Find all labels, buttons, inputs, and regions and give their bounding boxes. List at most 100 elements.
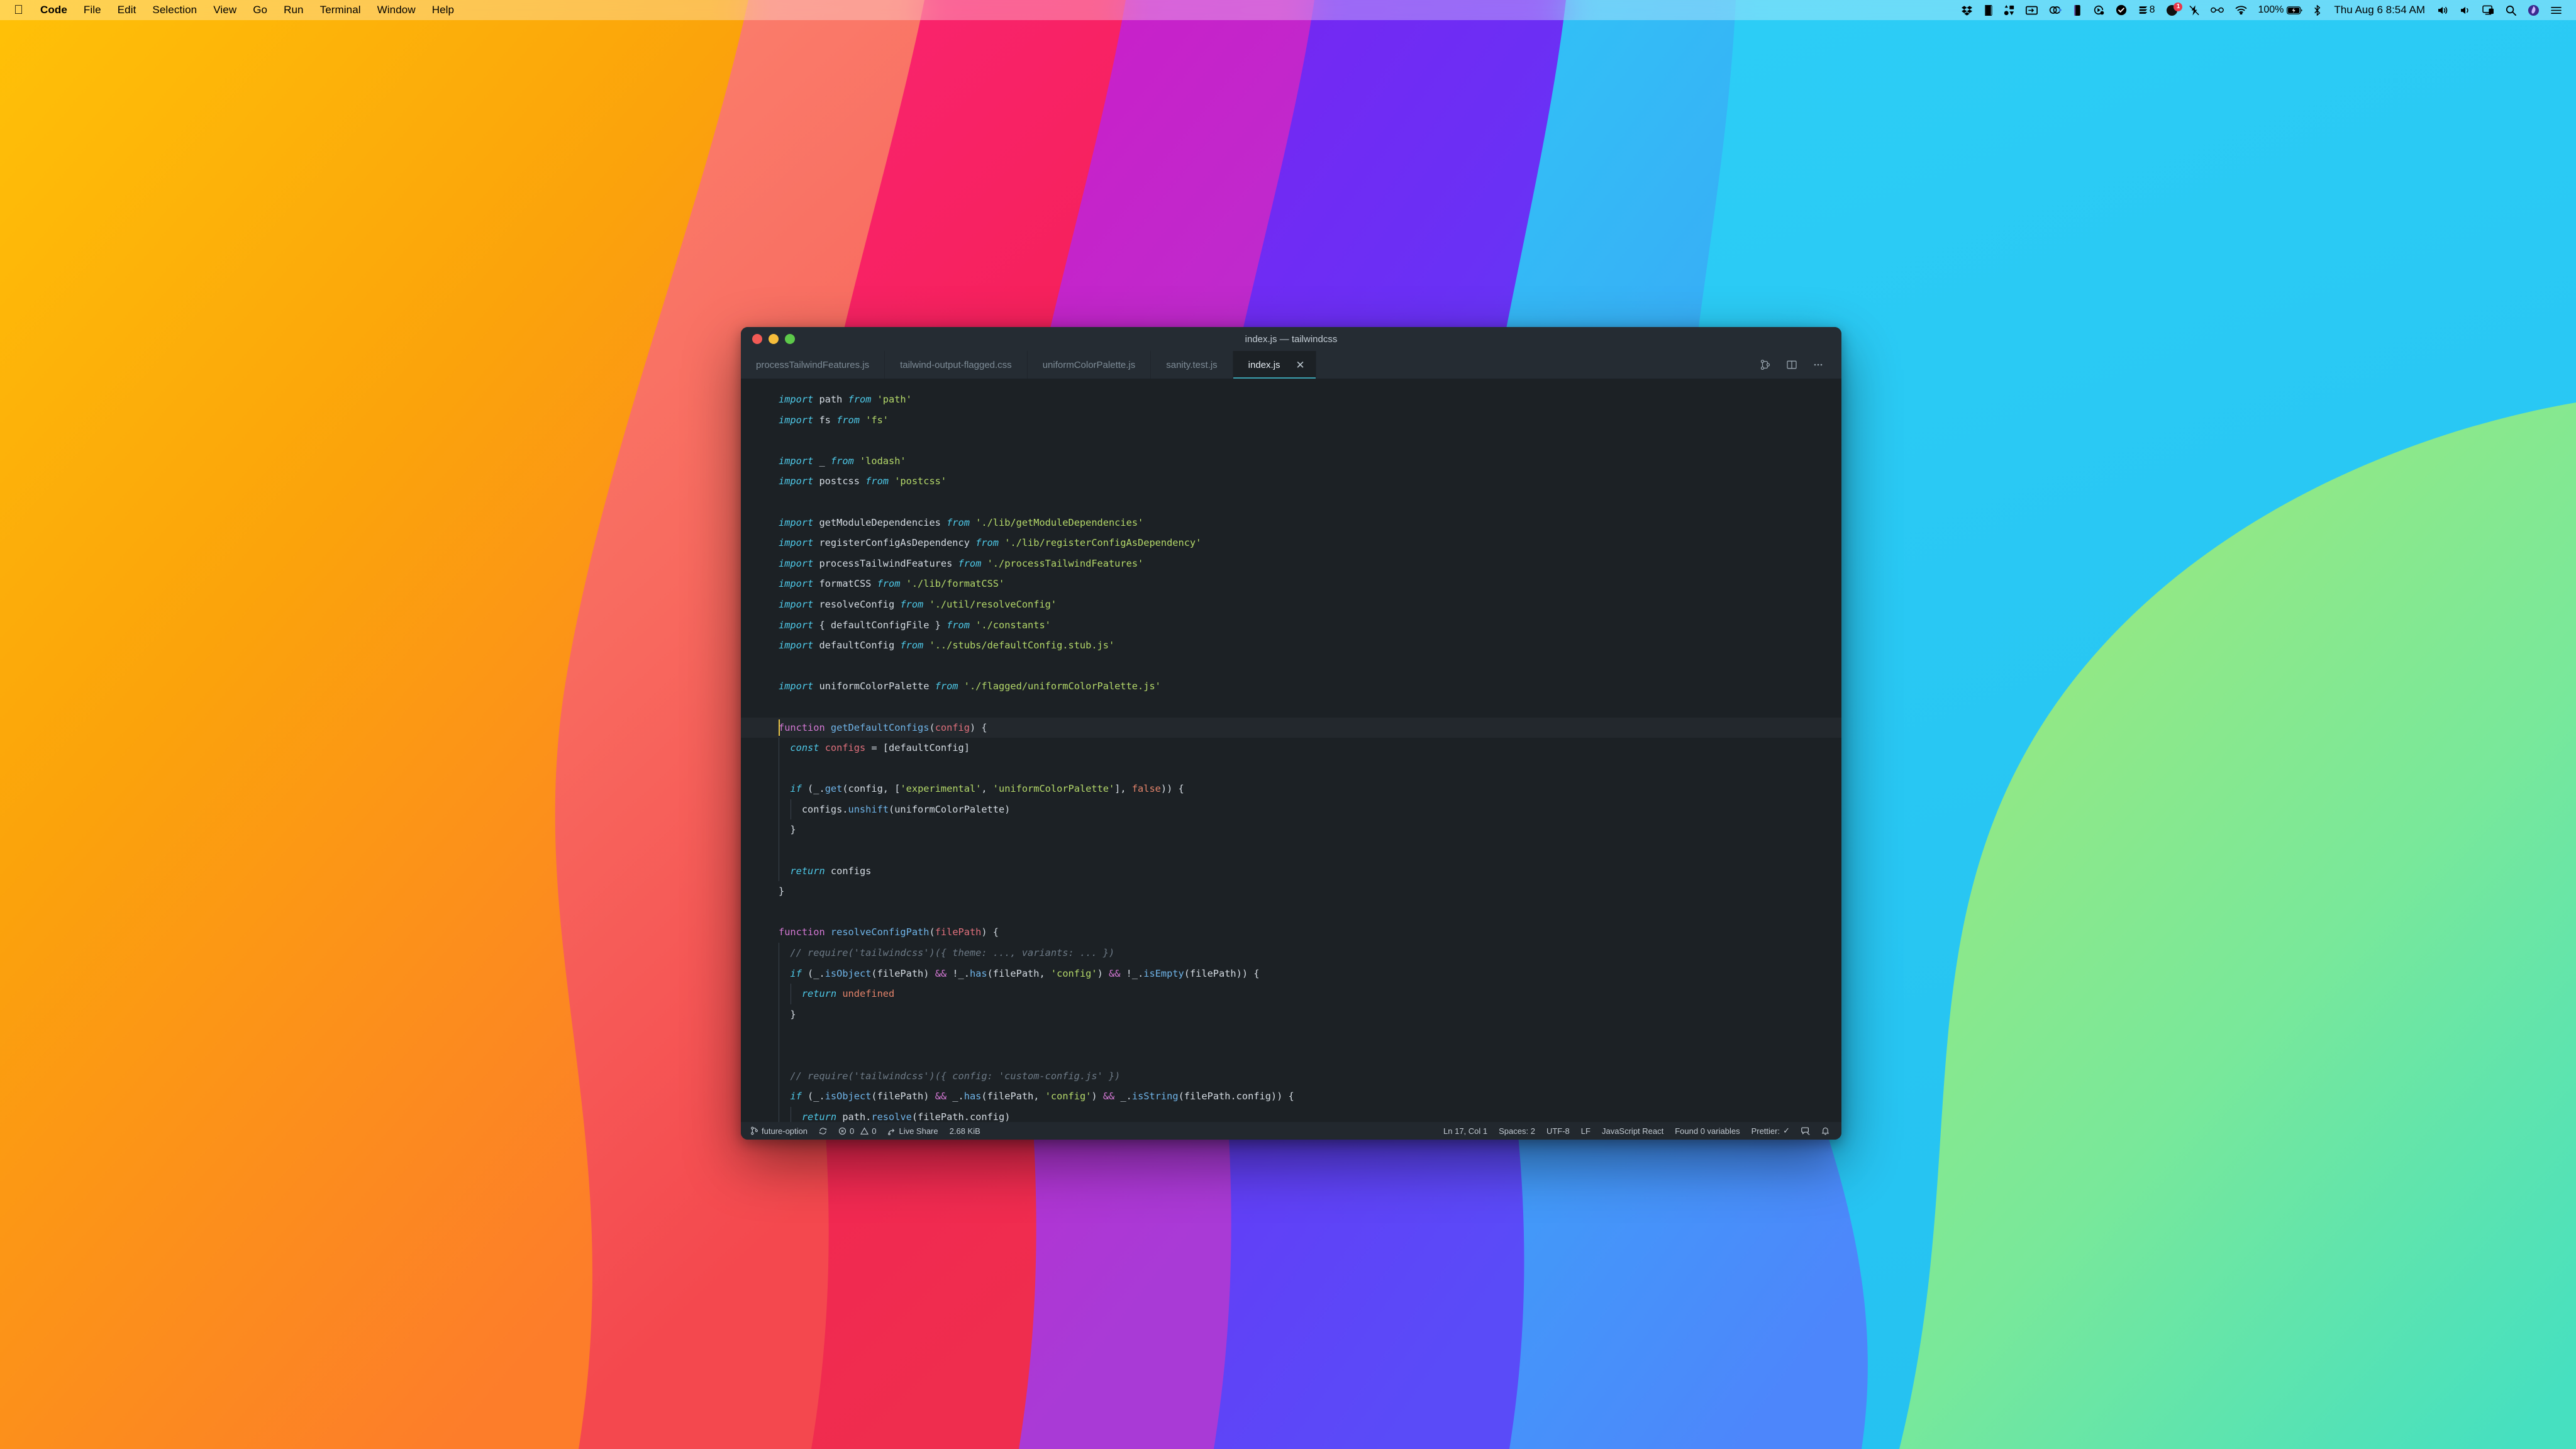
status-indentation[interactable]: Spaces: 2 bbox=[1493, 1126, 1541, 1136]
apple-logo-icon[interactable]:  bbox=[0, 0, 32, 20]
code-line-30[interactable]: return undefined bbox=[741, 984, 1841, 1004]
status-problems[interactable]: 0 0 bbox=[833, 1126, 882, 1136]
code-line-25[interactable]: } bbox=[741, 881, 1841, 902]
more-actions-icon[interactable] bbox=[1805, 351, 1831, 379]
menu-item-help[interactable]: Help bbox=[424, 0, 462, 20]
menu-item-go[interactable]: Go bbox=[245, 0, 275, 20]
code-line-8[interactable]: import registerConfigAsDependency from '… bbox=[741, 533, 1841, 553]
status-notifications[interactable] bbox=[1816, 1126, 1835, 1135]
code-line-9[interactable]: import processTailwindFeatures from './p… bbox=[741, 553, 1841, 574]
status-bar-right[interactable]: Ln 17, Col 1 Spaces: 2 UTF-8 LF JavaScri… bbox=[1438, 1126, 1835, 1136]
tab-sanity-test[interactable]: sanity.test.js bbox=[1151, 351, 1233, 379]
sound-icon[interactable] bbox=[2455, 0, 2477, 20]
maximize-button[interactable] bbox=[785, 334, 795, 344]
code-line-31[interactable]: } bbox=[741, 1004, 1841, 1025]
code-line-20[interactable]: if (_.get(config, ['experimental', 'unif… bbox=[741, 779, 1841, 799]
code-line-22[interactable]: } bbox=[741, 819, 1841, 841]
code-line-13[interactable]: import defaultConfig from '../stubs/defa… bbox=[741, 635, 1841, 656]
wifi-icon[interactable] bbox=[2229, 0, 2253, 20]
menu-item-view[interactable]: View bbox=[205, 0, 245, 20]
menu-bar-status-items[interactable]: 8 1 100% Thu Aug 6 8:54 AM bbox=[1956, 0, 2567, 20]
code-line-28[interactable]: // require('tailwindcss')({ theme: ..., … bbox=[741, 943, 1841, 963]
tab-uniformColorPalette[interactable]: uniformColorPalette.js bbox=[1027, 351, 1152, 379]
code-line-26[interactable] bbox=[741, 902, 1841, 923]
status-language-mode[interactable]: JavaScript React bbox=[1596, 1126, 1669, 1136]
book-icon[interactable] bbox=[1978, 0, 1998, 20]
menu-item-edit[interactable]: Edit bbox=[109, 0, 145, 20]
status-encoding[interactable]: UTF-8 bbox=[1541, 1126, 1575, 1136]
status-eol[interactable]: LF bbox=[1575, 1126, 1596, 1136]
screen-mirroring-icon[interactable] bbox=[2477, 0, 2500, 20]
tab-close-icon[interactable]: ✕ bbox=[1294, 360, 1307, 370]
status-bar[interactable]: future-option 0 0 Live Share 2.68 KiB Ln… bbox=[741, 1122, 1841, 1140]
book-alt-icon[interactable] bbox=[2067, 0, 2087, 20]
split-diff-icon[interactable] bbox=[1752, 351, 1779, 379]
menu-bar-clock[interactable]: Thu Aug 6 8:54 AM bbox=[2327, 0, 2432, 20]
code-line-32[interactable] bbox=[741, 1024, 1841, 1045]
status-feedback[interactable] bbox=[1796, 1126, 1816, 1135]
code-line-19[interactable] bbox=[741, 758, 1841, 779]
code-line-3[interactable] bbox=[741, 430, 1841, 451]
code-line-21[interactable]: configs.unshift(uniformColorPalette) bbox=[741, 799, 1841, 820]
code-line-11[interactable]: import resolveConfig from './util/resolv… bbox=[741, 594, 1841, 615]
code-line-15[interactable]: import uniformColorPalette from './flagg… bbox=[741, 676, 1841, 697]
shapes-icon[interactable] bbox=[1998, 0, 2020, 20]
macos-menu-bar[interactable]:  Code File Edit Selection View Go Run T… bbox=[0, 0, 2576, 20]
display-icon[interactable] bbox=[2020, 0, 2043, 20]
code-line-2[interactable]: import fs from 'fs' bbox=[741, 410, 1841, 431]
close-button[interactable] bbox=[752, 334, 762, 344]
spotlight-search-icon[interactable] bbox=[2500, 0, 2522, 20]
bluetooth-icon[interactable] bbox=[2307, 0, 2327, 20]
status-live-share[interactable]: Live Share bbox=[882, 1126, 943, 1136]
play-circle-icon[interactable] bbox=[2087, 0, 2110, 20]
split-editor-icon[interactable] bbox=[1779, 351, 1805, 379]
menu-item-run[interactable]: Run bbox=[275, 0, 312, 20]
tab-index-js[interactable]: index.js ✕ bbox=[1233, 351, 1316, 379]
minimize-button[interactable] bbox=[769, 334, 779, 344]
code-line-24[interactable]: return configs bbox=[741, 860, 1841, 882]
code-line-33[interactable] bbox=[741, 1045, 1841, 1066]
code-line-6[interactable] bbox=[741, 492, 1841, 513]
code-line-10[interactable]: import formatCSS from './lib/formatCSS' bbox=[741, 574, 1841, 594]
siri-icon[interactable] bbox=[2522, 0, 2545, 20]
status-cursor-position[interactable]: Ln 17, Col 1 bbox=[1438, 1126, 1493, 1136]
tab-tailwind-output-flagged[interactable]: tailwind-output-flagged.css bbox=[885, 351, 1028, 379]
code-line-4[interactable]: import _ from 'lodash' bbox=[741, 451, 1841, 472]
code-editor[interactable]: import path from 'path' import fs from 'f… bbox=[741, 379, 1841, 1122]
battery-indicator[interactable]: 100% bbox=[2253, 0, 2307, 20]
code-line-14[interactable] bbox=[741, 656, 1841, 677]
do-not-disturb-icon[interactable] bbox=[2184, 0, 2205, 20]
dropbox-icon[interactable] bbox=[1956, 0, 1978, 20]
menu-item-selection[interactable]: Selection bbox=[144, 0, 205, 20]
code-line-5[interactable]: import postcss from 'postcss' bbox=[741, 471, 1841, 492]
code-line-1[interactable]: import path from 'path' bbox=[741, 389, 1841, 410]
code-line-18[interactable]: const configs = [defaultConfig] bbox=[741, 738, 1841, 758]
code-line-27[interactable]: function resolveConfigPath(filePath) { bbox=[741, 922, 1841, 943]
vscode-window[interactable]: index.js — tailwindcss processTailwindFe… bbox=[741, 327, 1841, 1140]
volume-icon[interactable] bbox=[2432, 0, 2455, 20]
menu-item-code[interactable]: Code bbox=[32, 0, 75, 20]
code-line-16[interactable] bbox=[741, 697, 1841, 718]
code-line-17[interactable]: function getDefaultConfigs(config) { bbox=[741, 717, 1841, 738]
code-line-36[interactable]: return path.resolve(filePath.config) bbox=[741, 1106, 1841, 1122]
window-traffic-lights[interactable] bbox=[752, 334, 795, 344]
menu-item-file[interactable]: File bbox=[75, 0, 109, 20]
menu-bar-app-menus[interactable]:  Code File Edit Selection View Go Run T… bbox=[0, 0, 462, 20]
code-line-12[interactable]: import { defaultConfigFile } from './con… bbox=[741, 615, 1841, 636]
checkmark-circle-icon[interactable] bbox=[2110, 0, 2133, 20]
notification-app-icon[interactable]: 1 bbox=[2160, 0, 2184, 20]
control-center-icon[interactable] bbox=[2545, 0, 2567, 20]
layers-icon[interactable]: 8 bbox=[2133, 0, 2161, 20]
editor-actions[interactable] bbox=[1752, 351, 1841, 379]
glasses-icon[interactable] bbox=[2205, 0, 2229, 20]
status-variables[interactable]: Found 0 variables bbox=[1669, 1126, 1745, 1136]
status-sync[interactable] bbox=[813, 1127, 833, 1135]
code-line-7[interactable]: import getModuleDependencies from './lib… bbox=[741, 513, 1841, 533]
code-line-35[interactable]: if (_.isObject(filePath) && _.has(filePa… bbox=[741, 1086, 1841, 1107]
link-icon[interactable] bbox=[2043, 0, 2067, 20]
status-formatter[interactable]: Prettier: ✓ bbox=[1746, 1126, 1796, 1136]
editor-tab-bar[interactable]: processTailwindFeatures.js tailwind-outp… bbox=[741, 351, 1841, 379]
code-line-34[interactable]: // require('tailwindcss')({ config: 'cus… bbox=[741, 1065, 1841, 1087]
menu-item-terminal[interactable]: Terminal bbox=[312, 0, 369, 20]
code-line-29[interactable]: if (_.isObject(filePath) && !_.has(fileP… bbox=[741, 963, 1841, 984]
